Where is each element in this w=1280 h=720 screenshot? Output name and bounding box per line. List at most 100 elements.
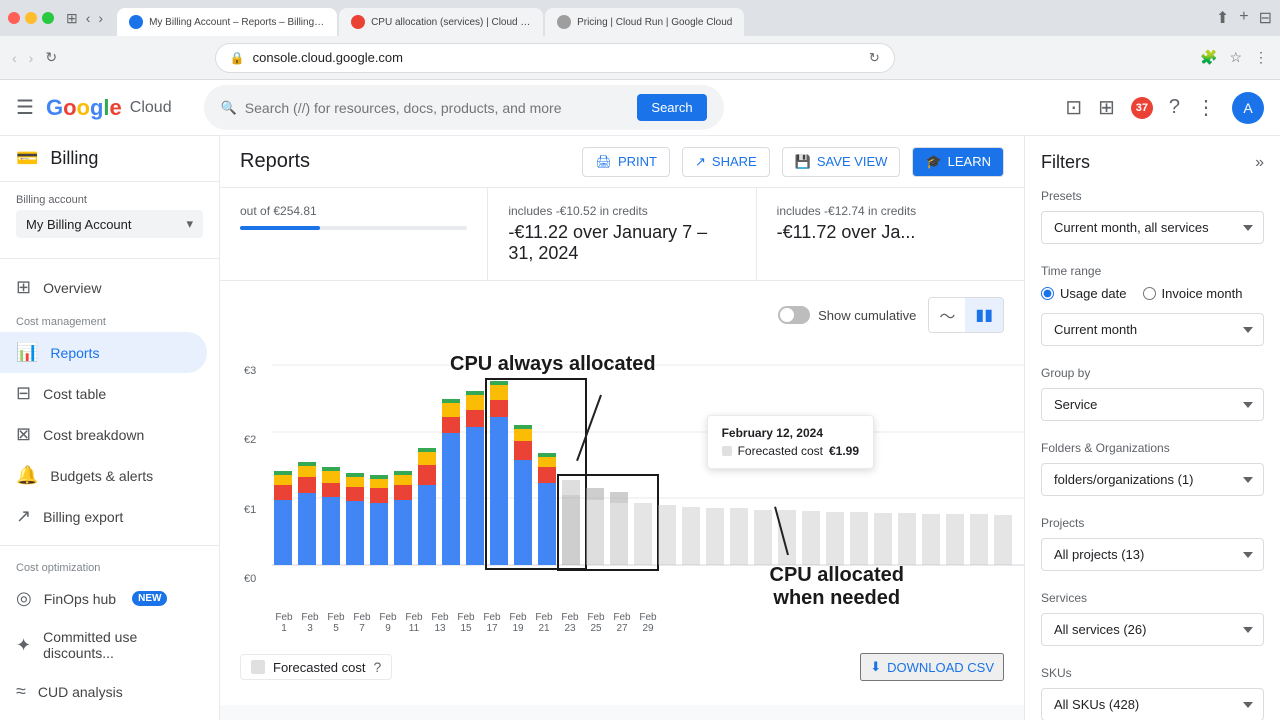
browser-tab-cpu[interactable]: CPU allocation (services) | Cloud Run Do… [339,8,543,36]
sidebar-item-billing-export[interactable]: ↗ Billing export [0,496,207,537]
skus-filter-group: SKUs All SKUs (428) [1041,666,1264,720]
forward-icon[interactable]: › [98,10,103,27]
hamburger-menu-icon[interactable]: ☰ [16,95,34,120]
extensions-icon[interactable]: 🧩 [1200,49,1217,66]
sidebar-toggle-icon[interactable]: ⊞ [66,10,78,27]
logo-g2: g [90,95,103,120]
sidebar: 💳 Billing Billing account My Billing Acc… [0,136,220,720]
sidebar-item-reports[interactable]: 📊 Reports [0,332,207,373]
more-options-icon[interactable]: ⋮ [1254,49,1268,66]
x-label-feb19: Feb 19 [506,612,530,634]
sidebar-label-cost-breakdown: Cost breakdown [43,427,144,443]
tooltip-forecasted-value: €1.99 [829,444,859,458]
group-by-select[interactable]: Service [1041,388,1264,421]
summary-note-2: includes -€10.52 in credits [508,204,735,218]
user-avatar[interactable]: A [1232,92,1264,124]
summary-note-3: includes -€12.74 in credits [777,204,1004,218]
lock-icon: 🔒 [230,51,245,65]
reload-icon[interactable]: ↻ [45,49,57,66]
search-button[interactable]: Search [637,94,706,121]
learn-button[interactable]: 🎓 LEARN [912,147,1004,177]
table-section: Service Cost Discounts Promotions and ot… [220,713,1024,720]
help-icon[interactable]: ? [1169,96,1180,119]
sidebar-item-overview[interactable]: ⊞ Overview [0,267,207,308]
sidebar-label-cud: CUD analysis [38,684,123,700]
summary-cards: out of €254.81 includes -€10.52 in credi… [220,188,1024,281]
finops-icon: ◎ [16,588,32,609]
cloud-shell-icon[interactable]: ⊞ [1098,95,1115,120]
x-label-feb21: Feb 21 [532,612,556,634]
x-label-feb25: Feb 25 [584,612,608,634]
global-search-bar[interactable]: 🔍 Search [204,85,724,130]
download-csv-button[interactable]: ⬇ DOWNLOAD CSV [860,653,1004,681]
y-label-2: €2 [244,434,256,446]
time-range-select[interactable]: Current month [1041,313,1264,346]
summary-card-2: includes -€10.52 in credits -€11.22 over… [488,188,756,280]
minimize-button[interactable] [25,12,37,24]
filters-panel: Filters » Presets Current month, all ser… [1024,136,1280,720]
x-label-feb17: Feb 17 [480,612,504,634]
notification-badge[interactable]: 37 [1131,97,1153,119]
print-button[interactable]: 🖨 PRINT [582,147,670,177]
services-label: Services [1041,591,1264,605]
presets-select[interactable]: Current month, all services [1041,211,1264,244]
tab-label-3: Pricing | Cloud Run | Google Cloud [577,17,732,28]
budgets-icon: 🔔 [16,465,38,486]
toolbar-nav-icons: ‹ › ↻ [12,49,57,66]
share-button[interactable]: ↗ SHARE [682,147,770,177]
bar-chart-btn[interactable]: ▮▮ [965,298,1003,332]
folders-select[interactable]: folders/organizations (1) [1041,463,1264,496]
skus-select[interactable]: All SKUs (428) [1041,688,1264,720]
console-icon[interactable]: ⊡ [1065,95,1082,120]
bookmark-icon[interactable]: ☆ [1229,49,1242,66]
sidebar-item-cost-breakdown[interactable]: ⊠ Cost breakdown [0,414,207,455]
tab-favicon-2 [351,15,365,29]
services-filter-group: Services All services (26) [1041,591,1264,646]
summary-amount-2: -€11.22 over January 7 – 31, 2024 [508,222,735,264]
browser-tab-billing[interactable]: My Billing Account – Reports – Billing –… [117,8,337,36]
share-browser-icon[interactable]: ⬆ [1216,8,1229,28]
billing-account-name: My Billing Account [26,217,132,232]
forward-nav-icon[interactable]: › [29,50,34,66]
close-button[interactable] [8,12,20,24]
sidebar-label-budgets: Budgets & alerts [50,468,153,484]
search-input[interactable] [245,100,630,116]
save-view-button[interactable]: 💾 SAVE VIEW [782,147,901,177]
services-select[interactable]: All services (26) [1041,613,1264,646]
tab-favicon-3 [557,15,571,29]
more-icon[interactable]: ⊟ [1259,8,1272,28]
back-nav-icon[interactable]: ‹ [12,50,17,66]
back-icon[interactable]: ‹ [86,10,91,27]
usage-date-radio[interactable]: Usage date [1041,286,1127,301]
sidebar-item-cost-table[interactable]: ⊟ Cost table [0,373,207,414]
sidebar-item-cud[interactable]: ≈ CUD analysis [0,671,207,712]
sidebar-label-billing-export: Billing export [43,509,123,525]
browser-chrome: ⊞ ‹ › My Billing Account – Reports – Bil… [0,0,1280,36]
billing-account-select[interactable]: My Billing Account ▾ [16,210,203,238]
save-icon: 💾 [795,154,811,170]
new-tab-icon[interactable]: + [1239,8,1248,28]
app-header: ☰ Google Cloud 🔍 Search ⊡ ⊞ 37 ? ⋮ A [0,80,1280,136]
sidebar-item-budgets[interactable]: 🔔 Budgets & alerts [0,455,207,496]
cumulative-toggle[interactable] [778,306,810,324]
cost-table-icon: ⊟ [16,383,31,404]
projects-filter-group: Projects All projects (13) [1041,516,1264,571]
more-header-icon[interactable]: ⋮ [1196,95,1216,120]
reload-small-icon[interactable]: ↻ [869,50,880,66]
sidebar-item-committed[interactable]: ✦ Committed use discounts... [0,619,207,671]
browser-window-controls [8,12,54,24]
line-chart-btn[interactable]: 〜 [929,298,965,332]
show-cumulative-control: Show cumulative [778,306,916,324]
sidebar-label-reports: Reports [50,345,99,361]
summary-amount-3: -€11.72 over Ja... [777,222,1004,243]
sidebar-item-finops[interactable]: ◎ FinOps hub NEW [0,578,207,619]
browser-toolbar: ‹ › ↻ 🔒 console.cloud.google.com ↻ 🧩 ☆ ⋮ [0,36,1280,80]
group-by-filter-group: Group by Service [1041,366,1264,421]
filters-expand-icon[interactable]: » [1255,154,1264,172]
maximize-button[interactable] [42,12,54,24]
projects-select[interactable]: All projects (13) [1041,538,1264,571]
chart-area: Show cumulative 〜 ▮▮ CPU always allocate… [220,281,1024,705]
url-bar[interactable]: 🔒 console.cloud.google.com ↻ [215,43,895,73]
browser-tab-pricing[interactable]: Pricing | Cloud Run | Google Cloud [545,8,744,36]
invoice-month-radio[interactable]: Invoice month [1143,286,1243,301]
